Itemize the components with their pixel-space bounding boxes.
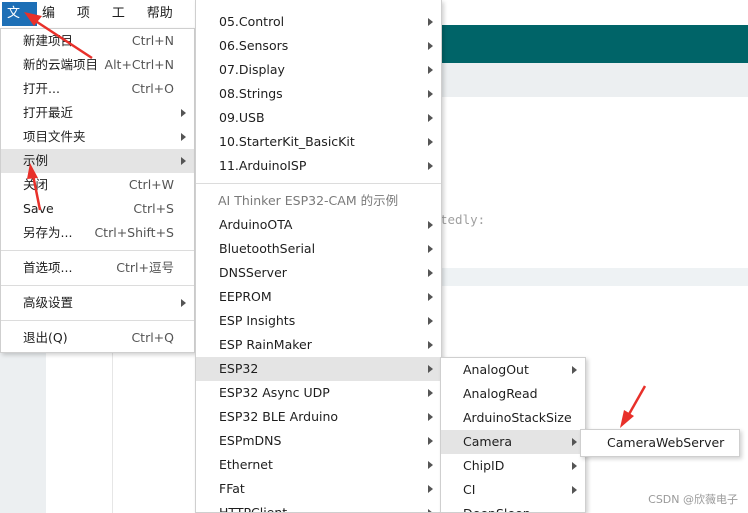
- red-arrow-icon: [24, 12, 93, 60]
- red-arrow-icon: [27, 163, 42, 211]
- red-arrow-icon: [620, 385, 647, 428]
- annotation-arrows: [24, 12, 647, 428]
